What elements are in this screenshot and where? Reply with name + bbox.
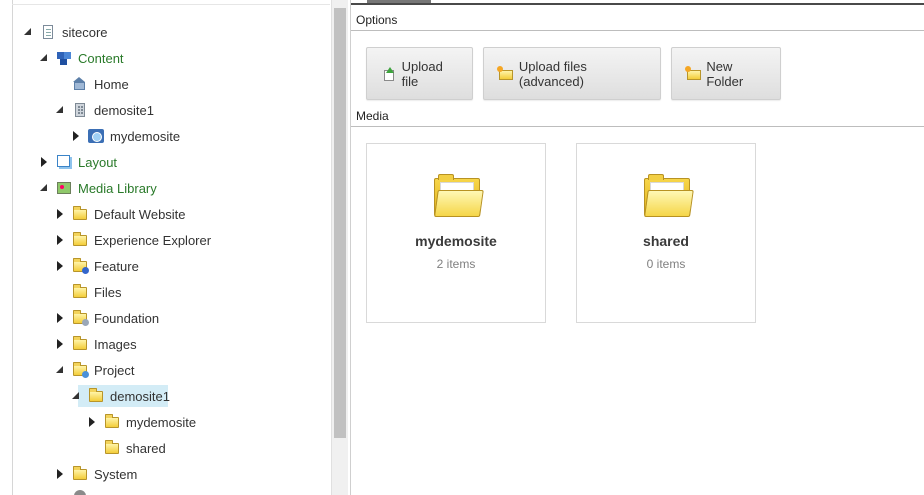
tree-item-content[interactable]: Content: [38, 46, 124, 70]
folder-icon: [104, 440, 120, 456]
folder-icon: [72, 232, 88, 248]
tree-item-default-website[interactable]: Default Website: [54, 202, 186, 226]
tree-item-label: Layout: [78, 154, 118, 170]
tree-item-home[interactable]: Home: [54, 72, 129, 96]
expand-toggle-icon[interactable]: [70, 130, 82, 142]
active-tab-indicator[interactable]: [367, 0, 431, 3]
tree-item-feature[interactable]: Feature: [54, 254, 139, 278]
feature-folder-icon: [72, 258, 89, 274]
new-folder-icon: [685, 65, 701, 82]
tree-item-project-shared[interactable]: shared: [86, 436, 166, 460]
tree-item-label: Project: [94, 362, 135, 378]
tree-item-label: Media Library: [78, 180, 157, 196]
tree-item-label: demosite1: [94, 102, 154, 118]
tree-item-label: mydemosite: [126, 414, 197, 430]
upload-files-advanced-button[interactable]: Upload files (advanced): [483, 47, 661, 100]
tree-item-label: Experience Explorer: [94, 232, 212, 248]
expand-toggle-icon[interactable]: [86, 416, 98, 428]
tree-item-layout[interactable]: Layout: [38, 150, 117, 174]
tree-item-project-demosite1[interactable]: demosite1: [70, 384, 170, 408]
collapse-toggle-icon[interactable]: [38, 52, 50, 64]
tree-item-project[interactable]: Project: [54, 358, 134, 382]
tree-item-experience-explorer[interactable]: Experience Explorer: [54, 228, 211, 252]
expand-toggle-icon[interactable]: [54, 208, 66, 220]
collapse-toggle-icon[interactable]: [70, 390, 82, 402]
folder-icon: [72, 284, 88, 300]
collapse-toggle-icon[interactable]: [22, 26, 34, 38]
tree-item-label: Files: [94, 284, 122, 300]
upload-icon: [381, 66, 396, 82]
tree-item-system[interactable]: System: [54, 462, 137, 486]
collapse-toggle-icon[interactable]: [54, 104, 66, 116]
expand-toggle-icon[interactable]: [54, 260, 66, 272]
project-folder-icon: [72, 362, 89, 378]
tree-item-label: Default Website: [94, 206, 186, 222]
tree-item-label: demosite1: [110, 388, 170, 404]
expand-toggle-icon[interactable]: [54, 468, 66, 480]
tree-scrollbar-thumb[interactable]: [334, 8, 346, 438]
folder-icon: [644, 174, 694, 218]
partial-tree-item-icon: [74, 490, 86, 495]
media-tile-shared[interactable]: shared 0 items: [576, 143, 756, 323]
expand-toggle-icon[interactable]: [54, 338, 66, 350]
tree-item-sitecore[interactable]: sitecore: [22, 20, 108, 44]
folder-icon: [88, 388, 104, 404]
globe-icon: [88, 128, 104, 144]
layout-icon: [56, 154, 72, 170]
foundation-folder-icon: [72, 310, 89, 326]
top-tab-strip: [351, 0, 924, 5]
collapse-toggle-icon[interactable]: [54, 364, 66, 376]
tree-item-label: mydemosite: [110, 128, 181, 144]
media-library-icon: [56, 180, 72, 196]
tree-item-label: System: [94, 466, 138, 482]
tree-item-project-mydemosite[interactable]: mydemosite: [86, 410, 196, 434]
upload-advanced-icon: [497, 65, 513, 82]
media-tile-mydemosite[interactable]: mydemosite 2 items: [366, 143, 546, 323]
tree-item-demosite1[interactable]: demosite1: [54, 98, 154, 122]
tree-item-images[interactable]: Images: [54, 332, 137, 356]
expand-toggle-icon[interactable]: [54, 312, 66, 324]
tree-item-label: Home: [94, 76, 129, 92]
new-folder-button[interactable]: New Folder: [671, 47, 781, 100]
tree-item-foundation[interactable]: Foundation: [54, 306, 159, 330]
document-icon: [40, 24, 56, 40]
tree-item-media-library[interactable]: Media Library: [38, 176, 157, 200]
tree-item-label: Feature: [94, 258, 139, 274]
folder-icon: [104, 414, 120, 430]
content-tree-panel: sitecore Content Home demosite1 mydemosi…: [0, 0, 348, 495]
cubes-icon: [56, 50, 72, 66]
media-section-title: Media: [356, 109, 389, 123]
expand-toggle-icon[interactable]: [38, 156, 50, 168]
tree-item-label: Images: [94, 336, 137, 352]
folder-icon: [434, 174, 484, 218]
tile-name: mydemosite: [415, 233, 497, 249]
tile-item-count: 0 items: [646, 257, 686, 271]
folder-icon: [72, 466, 88, 482]
tile-name: shared: [643, 233, 689, 249]
tree-item-label: sitecore: [62, 24, 108, 40]
tree-item-label: shared: [126, 440, 166, 456]
collapse-toggle-icon[interactable]: [38, 182, 50, 194]
tree-item-label: Content: [78, 50, 124, 66]
tree-item-label: Foundation: [94, 310, 160, 326]
tile-item-count: 2 items: [436, 257, 476, 271]
building-icon: [72, 102, 88, 118]
expand-toggle-icon[interactable]: [54, 234, 66, 246]
home-icon: [72, 76, 88, 92]
folder-icon: [72, 336, 88, 352]
options-section-title: Options: [356, 13, 398, 27]
folder-icon: [72, 206, 88, 222]
tree-item-files[interactable]: Files: [54, 280, 121, 304]
media-folder-view: Options Upload file Upload files (advanc…: [350, 0, 924, 495]
tree-item-mydemosite[interactable]: mydemosite: [70, 124, 180, 148]
upload-file-button[interactable]: Upload file: [366, 47, 473, 100]
